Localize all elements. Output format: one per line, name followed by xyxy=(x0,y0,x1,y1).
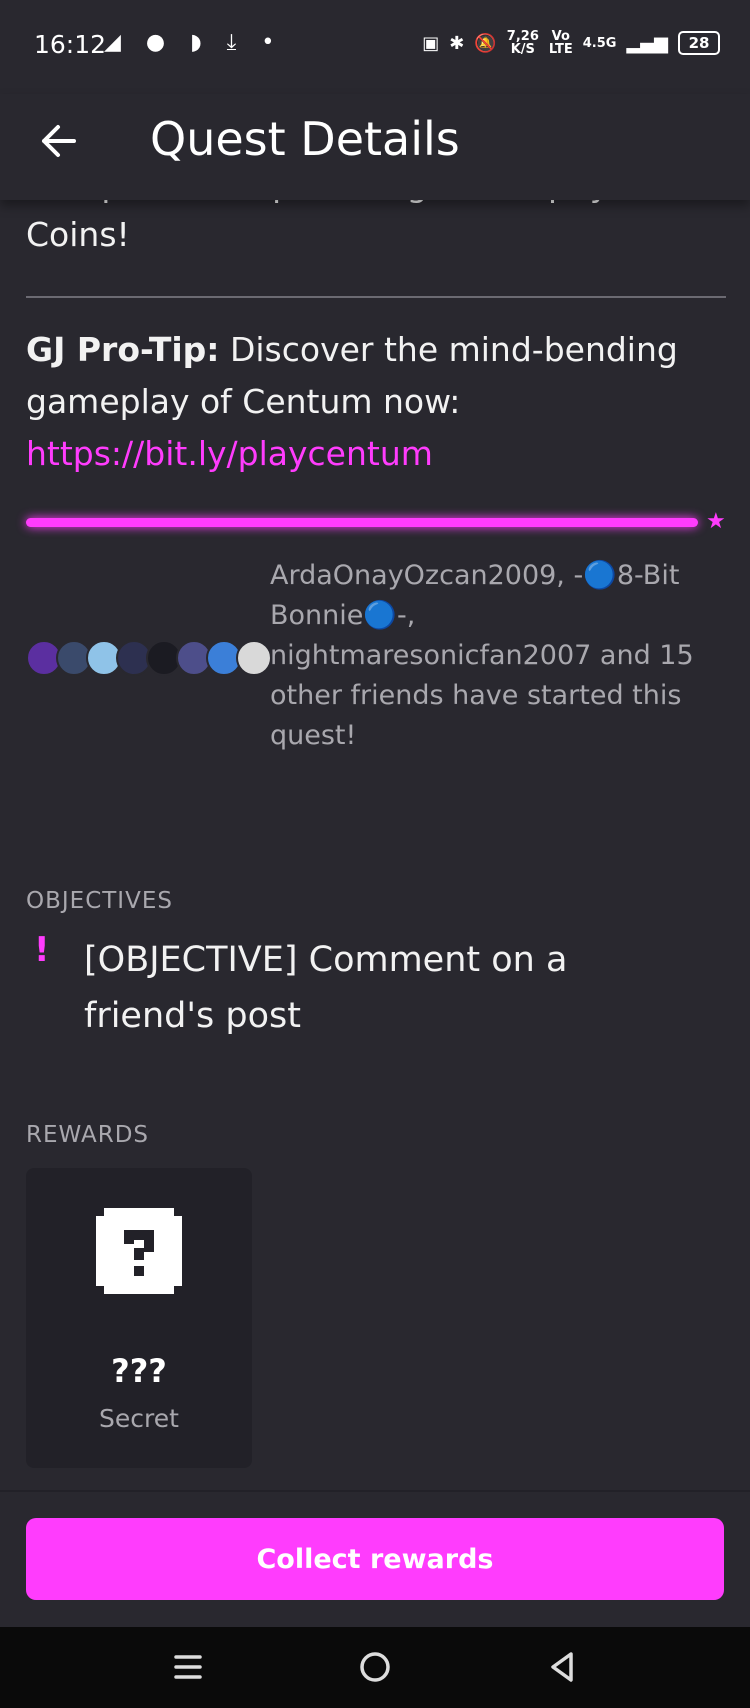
signal-indicator: 4.5G xyxy=(582,35,617,51)
star-icon: ★ xyxy=(706,509,726,534)
nfc-icon: ▣ xyxy=(422,32,440,54)
mute-icon: 🔕 xyxy=(474,32,497,54)
reward-card[interactable]: ??? Secret xyxy=(26,1168,252,1468)
objective-item: [OBJECTIVE] Comment on a friend's post xyxy=(84,940,568,1036)
status-right-icons: ▣ ✱ 🔕 7,26 K/S Vo LTE 4.5G ▂▄▆ 28 xyxy=(422,30,720,56)
home-button[interactable] xyxy=(355,1647,395,1687)
system-nav-bar xyxy=(0,1627,750,1708)
status-time: 16:12 xyxy=(34,30,107,59)
page-title: Quest Details xyxy=(150,112,460,166)
protip-link[interactable]: https://bit.ly/playcentum xyxy=(26,434,433,473)
friend-avatar[interactable] xyxy=(236,640,272,676)
protip-label: GJ Pro-Tip: xyxy=(26,330,220,369)
arrow-left-icon xyxy=(42,125,76,157)
objectives-label: OBJECTIVES xyxy=(26,888,173,914)
mystery-box-icon xyxy=(96,1208,182,1294)
app-bar: Quest Details xyxy=(0,94,750,200)
triangle-back-icon xyxy=(551,1652,573,1682)
back-button[interactable] xyxy=(34,116,84,166)
protip: GJ Pro-Tip: Discover the mind-bending ga… xyxy=(26,324,726,480)
battery-icon: 28 xyxy=(678,31,720,55)
status-bar: 16:12 ◢ ● ◗ ⤓ • ▣ ✱ 🔕 7,26 K/S Vo LTE 4.5G… xyxy=(0,0,750,94)
bluetooth-icon: ✱ xyxy=(449,32,465,54)
divider xyxy=(26,296,726,298)
menu-icon xyxy=(174,1655,202,1679)
footer: Collect rewards xyxy=(0,1490,750,1629)
volte-indicator: Vo LTE xyxy=(548,29,573,57)
quest-description: Complete the quest to get a trophy and C… xyxy=(26,200,682,254)
reward-title: ??? xyxy=(111,1352,167,1390)
back-nav-button[interactable] xyxy=(542,1647,582,1687)
circle-icon xyxy=(360,1652,390,1682)
recents-button[interactable] xyxy=(168,1647,208,1687)
friend-avatars[interactable] xyxy=(26,640,272,676)
net-speed: 7,26 K/S xyxy=(506,29,539,57)
rewards-label: REWARDS xyxy=(26,1122,150,1148)
quest-content[interactable]: Complete the quest to get a trophy and C… xyxy=(0,200,750,1490)
exclamation-icon: ! xyxy=(34,930,50,970)
friends-started-text: ArdaOnayOzcan2009, -🔵8-Bit Bonnie🔵-, nig… xyxy=(270,560,694,751)
signal-icon: ▂▄▆ xyxy=(626,32,668,54)
notification-icons: ◢ ● ◗ ⤓ • xyxy=(104,30,284,55)
collect-rewards-button[interactable]: Collect rewards xyxy=(26,1518,724,1600)
reward-subtitle: Secret xyxy=(99,1404,179,1433)
quest-progress-bar xyxy=(26,518,698,527)
